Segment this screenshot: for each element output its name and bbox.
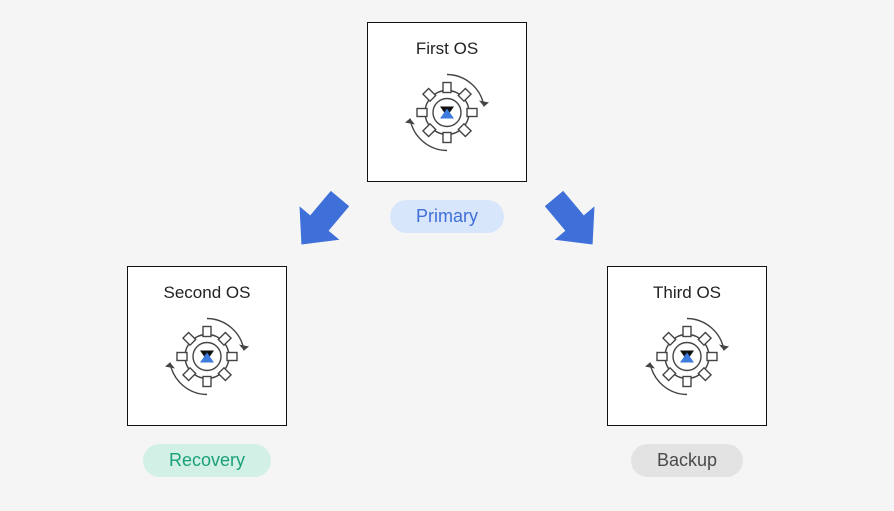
badge-primary: Primary: [390, 200, 504, 233]
node-second-os: Second OS: [127, 266, 287, 477]
gear-icon: [399, 64, 495, 165]
arrow-left-icon: [282, 180, 362, 260]
title-first-os: First OS: [368, 39, 526, 59]
node-first-os: First OS: [367, 22, 527, 233]
node-third-os: Third OS: [607, 266, 767, 477]
badge-recovery: Recovery: [143, 444, 271, 477]
title-third-os: Third OS: [608, 283, 766, 303]
card-second-os: Second OS: [127, 266, 287, 426]
gear-icon: [639, 308, 735, 409]
gear-icon: [159, 308, 255, 409]
badge-backup: Backup: [631, 444, 743, 477]
title-second-os: Second OS: [128, 283, 286, 303]
card-first-os: First OS: [367, 22, 527, 182]
card-third-os: Third OS: [607, 266, 767, 426]
arrow-right-icon: [532, 180, 612, 260]
